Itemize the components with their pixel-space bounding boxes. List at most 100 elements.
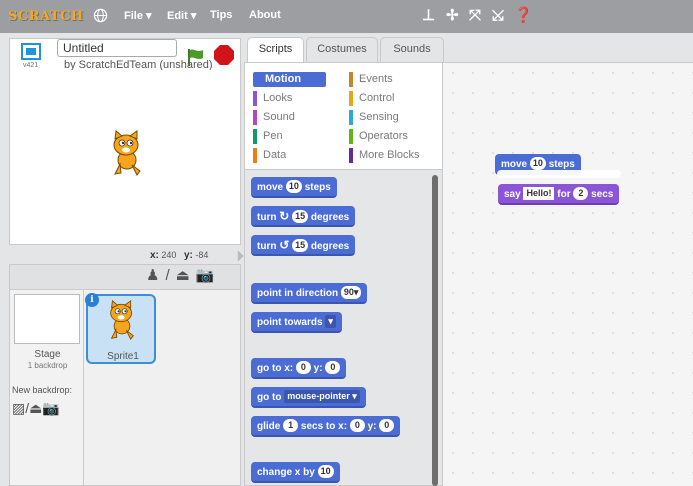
number-input[interactable]: 2 (573, 187, 589, 200)
block-text: change x by (257, 467, 315, 478)
category-events[interactable]: Events (349, 72, 393, 87)
drop-target-highlight (497, 170, 621, 178)
block-text: go to (257, 392, 282, 403)
edit-menu[interactable]: Edit ▾ (167, 9, 196, 22)
block-text: say (504, 189, 521, 200)
block-text: point towards (257, 317, 323, 328)
sprite-thumbnail[interactable]: i Sprite1 (85, 293, 156, 364)
category-motion[interactable]: Motion (253, 72, 326, 87)
upload-backdrop-icon[interactable]: ⏏ (29, 400, 42, 416)
grow-icon[interactable]: ⤧ (469, 7, 481, 25)
scratch-editor: SCRATCH File ▾ Edit ▾ Tips About ⊥ ✢ ⤧ ⤩… (0, 0, 693, 486)
script-block-say-for-secs[interactable]: say Hello! for 2 secs (498, 184, 620, 205)
block-text: glide (257, 421, 281, 432)
number-input[interactable]: 15 (292, 239, 309, 252)
presentation-mode-icon[interactable] (21, 43, 41, 60)
block-point-towards[interactable]: point towards ▾ (251, 312, 342, 333)
number-input[interactable]: 10 (529, 157, 546, 170)
new-backdrop-tools: ▨/⏏📷 (12, 400, 60, 417)
category-data[interactable]: Data (253, 148, 286, 163)
number-input[interactable]: 0 (325, 361, 341, 374)
y-label: y: (183, 250, 193, 261)
category-operators-label: Operators (359, 130, 408, 142)
rotate-clockwise-icon: ↻ (279, 209, 290, 223)
y-value: -84 (195, 250, 209, 260)
direction-dropdown[interactable]: 90▾ (340, 286, 362, 299)
block-move-steps[interactable]: move 10 steps (251, 177, 337, 198)
block-text: degrees (310, 212, 350, 223)
number-input[interactable]: 15 (292, 210, 309, 223)
towards-dropdown[interactable]: ▾ (325, 315, 336, 328)
block-turn-left[interactable]: turn ↺ 15 degrees (251, 235, 356, 256)
block-glide[interactable]: glide 1 secs to x: 0 y: 0 (251, 416, 401, 437)
block-text: turn (257, 241, 277, 252)
palette-scrollbar[interactable] (432, 175, 438, 486)
scripts-area[interactable] (443, 62, 693, 486)
shrink-icon[interactable]: ⤩ (492, 7, 504, 25)
sprite-info-icon[interactable]: i (85, 293, 99, 307)
block-go-to-xy[interactable]: go to x: 0 y: 0 (251, 358, 347, 379)
tab-scripts[interactable]: Scripts (247, 37, 304, 63)
block-text: steps (548, 159, 575, 170)
number-input[interactable]: 0 (379, 419, 395, 432)
version-label: v421 (23, 62, 39, 69)
upload-sprite-icon[interactable]: ⏏ (176, 267, 190, 284)
menu-bar: SCRATCH File ▾ Edit ▾ Tips About ⊥ ✢ ⤧ ⤩… (0, 0, 693, 33)
backdrop-camera-icon[interactable]: 📷 (42, 400, 59, 416)
duplicate-icon[interactable]: ⊥ (422, 7, 435, 25)
category-control[interactable]: Control (349, 91, 394, 106)
category-sound-label: Sound (263, 111, 295, 123)
category-more-blocks[interactable]: More Blocks (349, 148, 420, 163)
number-input[interactable]: 10 (285, 180, 302, 193)
rotate-counterclockwise-icon: ↺ (279, 238, 290, 252)
stage-canvas[interactable] (9, 70, 241, 245)
block-point-in-direction[interactable]: point in direction 90▾ (251, 283, 368, 304)
block-text: move (257, 182, 284, 193)
block-text: for (557, 189, 571, 200)
say-text-input[interactable]: Hello! (523, 187, 555, 200)
block-change-x-by[interactable]: change x by 10 (251, 462, 340, 483)
choose-sprite-from-library-icon[interactable]: ♟ (146, 267, 159, 284)
block-text: point in direction (257, 288, 339, 299)
backdrop-library-icon[interactable]: ▨ (12, 400, 25, 416)
category-events-label: Events (359, 73, 393, 85)
number-input[interactable]: 10 (317, 465, 334, 478)
number-input[interactable]: 0 (349, 419, 365, 432)
category-pen[interactable]: Pen (253, 129, 283, 144)
category-sound[interactable]: Sound (253, 110, 295, 125)
category-operators[interactable]: Operators (349, 129, 408, 144)
number-input[interactable]: 0 (295, 361, 311, 374)
tab-costumes[interactable]: Costumes (306, 37, 378, 62)
tab-sounds[interactable]: Sounds (380, 37, 444, 62)
cut-icon[interactable]: ✢ (446, 7, 459, 25)
block-turn-right[interactable]: turn ↻ 15 degrees (251, 206, 356, 227)
category-looks[interactable]: Looks (253, 91, 292, 106)
stage-thumbnail-column: Stage 1 backdrop New backdrop: ▨/⏏📷 (9, 290, 84, 486)
scratch-logo[interactable]: SCRATCH (5, 7, 87, 26)
block-text: y: (367, 421, 377, 432)
go-to-target-dropdown[interactable]: mouse-pointer ▾ (284, 390, 360, 403)
block-go-to[interactable]: go to mouse-pointer ▾ (251, 387, 366, 408)
category-pen-label: Pen (263, 130, 283, 142)
camera-icon[interactable]: 📷 (196, 267, 215, 284)
green-flag-icon[interactable] (185, 47, 205, 67)
stop-icon[interactable] (214, 45, 234, 65)
mouse-coordinates: x: 240 y: -84 (150, 250, 208, 261)
category-sensing[interactable]: Sensing (349, 110, 399, 125)
paint-new-sprite-icon[interactable]: / (165, 267, 169, 284)
project-title-input[interactable] (57, 39, 177, 57)
number-input[interactable]: 1 (283, 419, 299, 432)
language-globe-icon[interactable] (93, 8, 108, 23)
block-text: y: (313, 363, 323, 374)
category-motion-label: Motion (265, 73, 302, 85)
stage-thumbnail[interactable] (14, 294, 80, 344)
category-more-blocks-label: More Blocks (359, 149, 420, 161)
block-text: go to x: (257, 363, 294, 374)
tips-menu[interactable]: Tips (210, 9, 232, 21)
stage-header: v421 by ScratchEdTeam (unshared) (9, 38, 241, 71)
help-icon[interactable]: ❓ (514, 7, 533, 25)
about-menu[interactable]: About (249, 9, 281, 21)
file-menu[interactable]: File ▾ (124, 9, 152, 22)
block-text: move (501, 159, 528, 170)
cat-sprite-on-stage[interactable] (107, 130, 147, 176)
